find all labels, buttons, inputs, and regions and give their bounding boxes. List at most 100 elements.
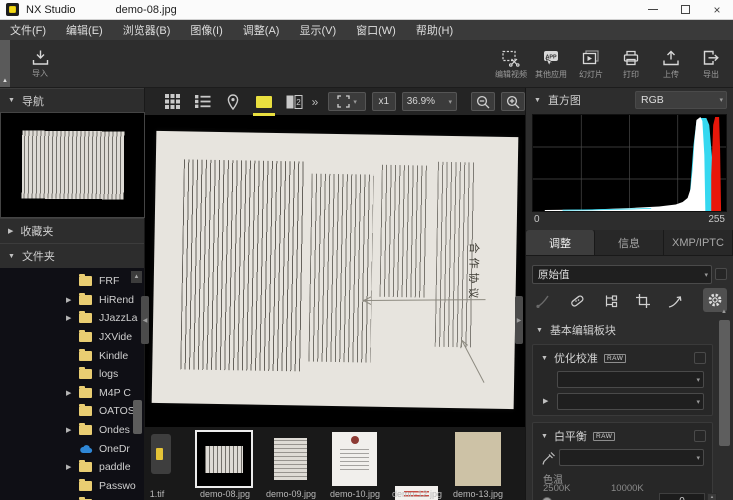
- folder-item-passw[interactable]: Passwo: [0, 477, 144, 496]
- list-view-button[interactable]: [188, 88, 219, 116]
- upload-button[interactable]: 上传: [651, 41, 691, 87]
- versions-tool-button[interactable]: [600, 290, 622, 312]
- tab-xmp-iptc[interactable]: XMP/IPTC: [664, 230, 733, 255]
- import-button[interactable]: 导入: [20, 41, 60, 87]
- collapse-up-icon: ▲: [2, 78, 8, 84]
- other-apps-button[interactable]: APP 其他应用: [531, 41, 571, 87]
- map-view-button[interactable]: [218, 88, 249, 116]
- straighten-tool-button[interactable]: [664, 290, 686, 312]
- tab-adjust[interactable]: 调整: [526, 230, 595, 255]
- zoom-ratio-button[interactable]: x1: [372, 92, 396, 111]
- color-temp-value-input[interactable]: [659, 493, 705, 500]
- expand-icon[interactable]: ▶: [66, 314, 79, 322]
- expand-icon[interactable]: ▶: [66, 296, 79, 304]
- menu-image[interactable]: 图像(I): [180, 20, 232, 40]
- picture-control-select[interactable]: ▾: [557, 371, 704, 388]
- fit-to-screen-button[interactable]: ▾: [328, 92, 366, 111]
- zoom-percent-value: 36.9%: [407, 96, 435, 107]
- folder-item-logs[interactable]: logs: [0, 365, 144, 384]
- expand-right-icon[interactable]: ▶: [543, 397, 548, 405]
- brush-icon: [535, 293, 551, 309]
- document-scan-image: 合作协议: [152, 131, 519, 409]
- folder-item-jjazzla[interactable]: ▶JJazzLa: [0, 309, 144, 328]
- tab-info[interactable]: 信息: [595, 230, 664, 255]
- compare-view-button[interactable]: 2: [279, 88, 310, 116]
- grid-view-icon: [165, 94, 180, 109]
- menu-file[interactable]: 文件(F): [0, 20, 56, 40]
- folder-item-frf[interactable]: FRF: [0, 272, 144, 291]
- folder-item-hirend[interactable]: ▶HiRend: [0, 291, 144, 310]
- folder-scroll-up-button[interactable]: ▲: [131, 271, 142, 283]
- maximize-button[interactable]: [669, 0, 701, 19]
- basic-adjustments-header[interactable]: ▼ 基本编辑板块: [526, 320, 733, 340]
- crop-tool-button[interactable]: [632, 290, 654, 312]
- panel-scroll-up-button[interactable]: ▲: [718, 306, 730, 318]
- more-view-modes-button[interactable]: »: [312, 95, 319, 109]
- filmstrip-item-demo-13[interactable]: [455, 432, 501, 486]
- minimize-button[interactable]: [637, 0, 669, 19]
- brush-tool-button[interactable]: [532, 290, 554, 312]
- right-panel-collapse-handle[interactable]: ▶: [515, 296, 523, 344]
- expand-icon[interactable]: ▶: [66, 463, 79, 471]
- picture-control-header[interactable]: ▼ 优化校准 RAW: [533, 345, 712, 366]
- left-panel-collapse-handle[interactable]: ◀: [141, 296, 149, 344]
- zoom-out-button[interactable]: [471, 92, 495, 111]
- picture-control-sub-select[interactable]: ▾: [557, 393, 704, 410]
- zoom-percent-select[interactable]: 36.9% ▾: [402, 92, 457, 111]
- white-balance-header[interactable]: ▼ 白平衡 RAW: [533, 423, 712, 444]
- histogram-channel-select[interactable]: RGB ▾: [635, 91, 727, 109]
- slideshow-button[interactable]: 幻灯片: [571, 41, 611, 87]
- spinner-up-button[interactable]: ▴: [707, 493, 717, 500]
- panel-scrollbar-thumb[interactable]: [719, 320, 730, 446]
- folder-item-kindle[interactable]: Kindle: [0, 346, 144, 365]
- toolbar-collapse-strip[interactable]: ▲: [0, 40, 10, 87]
- preset-select[interactable]: 原始值 ▾: [532, 265, 712, 284]
- edit-video-button[interactable]: 编辑视频: [491, 41, 531, 87]
- folder-label: M4P C: [99, 387, 131, 399]
- filmstrip-item-demo-10[interactable]: [332, 432, 377, 486]
- right-panel-tabs: 调整 信息 XMP/IPTC: [526, 230, 733, 256]
- print-button[interactable]: 打印: [611, 41, 651, 87]
- filmstrip-label: 1.tif: [142, 489, 172, 499]
- menu-view[interactable]: 显示(V): [289, 20, 346, 40]
- preset-checkbox[interactable]: [715, 268, 727, 280]
- export-button[interactable]: 导出: [691, 41, 731, 87]
- menu-edit[interactable]: 编辑(E): [56, 20, 113, 40]
- favorites-header[interactable]: ▶ 收藏夹: [0, 218, 144, 243]
- picture-control-checkbox[interactable]: [694, 352, 706, 364]
- folders-header[interactable]: ▼ 文件夹: [0, 243, 144, 268]
- white-balance-select[interactable]: ▾: [559, 449, 704, 466]
- white-balance-checkbox[interactable]: [694, 430, 706, 442]
- menu-browser[interactable]: 浏览器(B): [113, 20, 181, 40]
- gray-point-sample-button[interactable]: [537, 447, 559, 469]
- navigation-header[interactable]: ▼ 导航: [0, 88, 144, 112]
- folder-item-oatos[interactable]: OATOS: [0, 402, 144, 421]
- menu-adjust[interactable]: 调整(A): [233, 20, 290, 40]
- folder-item-onedrive[interactable]: OneDr: [0, 439, 144, 458]
- folder-scrollbar-thumb[interactable]: [133, 400, 142, 434]
- expand-icon[interactable]: ▶: [66, 426, 79, 434]
- folder-item-m4p[interactable]: ▶ M4P C: [0, 384, 144, 403]
- folder-item-jxvide[interactable]: JXVide: [0, 328, 144, 347]
- filmstrip-item-tif[interactable]: [151, 434, 171, 474]
- expand-icon[interactable]: ▶: [66, 389, 79, 397]
- retouch-tool-button[interactable]: [566, 290, 588, 312]
- filmstrip-item-demo-08-selected[interactable]: [195, 430, 253, 488]
- main-toolbar: ▲ 导入 编辑视频: [0, 40, 733, 88]
- folder-icon: [79, 462, 92, 472]
- export-label: 导出: [703, 69, 719, 80]
- grid-view-button[interactable]: [157, 88, 188, 116]
- menu-help[interactable]: 帮助(H): [406, 20, 463, 40]
- close-button[interactable]: ×: [701, 0, 733, 19]
- image-viewport[interactable]: 合作协议: [145, 116, 525, 425]
- folder-item-prem[interactable]: ▶PREM: [0, 495, 144, 500]
- folder-item-ondes[interactable]: ▶Ondes: [0, 421, 144, 440]
- menu-window[interactable]: 窗口(W): [346, 20, 406, 40]
- histogram-min: 0: [534, 214, 540, 225]
- navigation-preview[interactable]: [0, 112, 145, 218]
- image-view-button[interactable]: [249, 88, 280, 116]
- zoom-in-button[interactable]: [501, 92, 525, 111]
- picture-control-label: 优化校准: [554, 350, 598, 366]
- filmstrip-item-demo-09[interactable]: [269, 432, 312, 486]
- folder-item-paddle[interactable]: ▶paddle: [0, 458, 144, 477]
